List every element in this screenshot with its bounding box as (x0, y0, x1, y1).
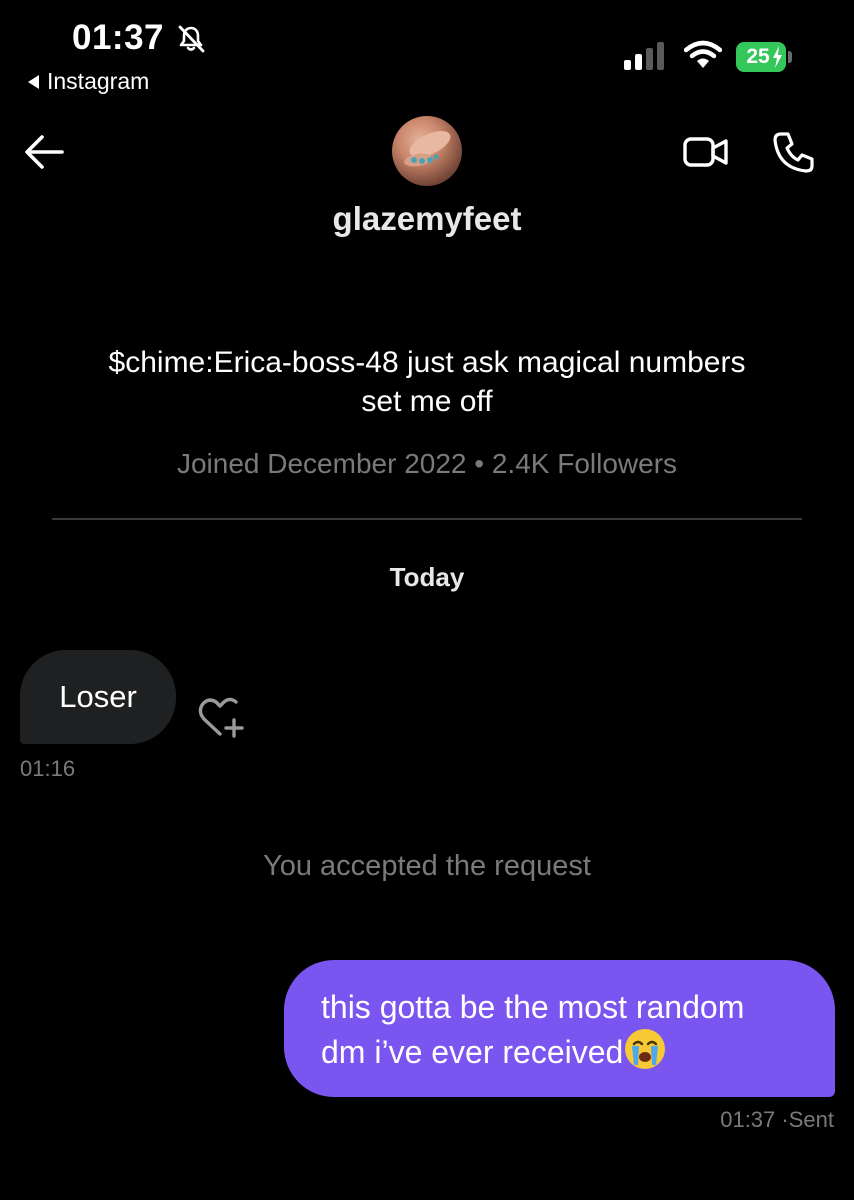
bell-muted-icon (178, 25, 205, 53)
signal-icon (624, 42, 664, 70)
username[interactable]: glazemyfeet (0, 200, 854, 238)
system-message: You accepted the request (263, 850, 591, 882)
back-app-label: Instagram (47, 68, 150, 94)
profile-meta: Joined December 2022 • 2.4K Followers (176, 448, 678, 479)
outgoing-message-status: Sent (788, 1107, 834, 1132)
bio-line-1: $chime:Erica-boss-48 just ask magical nu… (108, 346, 746, 379)
status-time: 01:37 (72, 18, 165, 57)
bio-line-2: set me off (361, 385, 493, 418)
avatar-image (404, 131, 451, 167)
video-call-icon[interactable] (682, 132, 730, 172)
outgoing-message-bubble[interactable]: this gotta be the most random dm i’ve ev… (284, 960, 835, 1097)
battery-icon: 25 (736, 42, 786, 72)
date-separator: Today (389, 562, 465, 592)
avatar[interactable] (392, 116, 462, 186)
battery-nub (788, 51, 792, 63)
back-triangle-icon (28, 74, 39, 89)
incoming-message-time: 01:16 (20, 756, 76, 781)
outgoing-message-line-1: this gotta be the most random (321, 989, 745, 1025)
heart-plus-react-icon[interactable] (196, 694, 248, 740)
incoming-message-text: Loser (59, 679, 137, 714)
phone-call-icon[interactable] (772, 130, 816, 174)
battery-level: 25 (746, 45, 770, 68)
incoming-message-bubble[interactable]: Loser (20, 650, 176, 744)
back-to-app-link[interactable]: Instagram (28, 68, 149, 95)
outgoing-message-time: 01:37 (720, 1107, 776, 1132)
outgoing-message-line-2-wrap: dm i’ve ever received (321, 1029, 805, 1074)
outgoing-message-meta: 01:37 ·Sent (720, 1107, 834, 1132)
back-arrow-icon[interactable] (22, 132, 66, 172)
divider (52, 518, 802, 520)
outgoing-message-line-2: dm i’ve ever received (321, 1034, 624, 1070)
profile-bio: $chime:Erica-boss-48 just ask magical nu… (60, 343, 794, 421)
charging-bolt-icon (773, 46, 782, 68)
loudly-crying-face-icon (625, 1029, 666, 1069)
wifi-icon (684, 40, 722, 68)
